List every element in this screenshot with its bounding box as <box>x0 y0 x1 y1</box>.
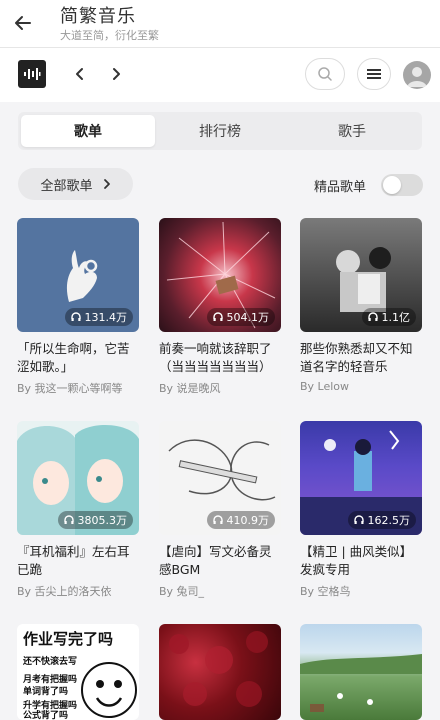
playlist-title[interactable]: 【虐向】写文必备灵感BGM <box>159 543 281 579</box>
playlist-title[interactable]: 『耳机福利』左右耳已跪 <box>17 543 139 579</box>
playlist-title[interactable]: 【精卫 | 曲风类似】发疯专用 <box>300 543 422 579</box>
waveform-icon <box>24 68 41 80</box>
playlist-card[interactable] <box>300 624 422 720</box>
app-title: 简繁音乐 <box>60 6 136 27</box>
playlist-cover[interactable]: 1.1亿 <box>300 218 422 332</box>
playlist-title[interactable]: 那些你熟悉却又不知道名字的轻音乐 <box>300 340 422 376</box>
play-count-badge: 504.1万 <box>206 308 275 326</box>
chevron-right-icon <box>103 179 110 189</box>
all-playlists-button[interactable]: 全部歌单 <box>18 168 133 200</box>
playlist-card[interactable]: 作业写完了吗 还不快滚去写 月考有把握吗 单词背了吗 升学有把握吗 公式背了吗 <box>17 624 139 720</box>
playlist-title[interactable]: 「所以生命啊，它苦涩如歌。」 <box>17 340 139 376</box>
search-button[interactable] <box>305 58 345 90</box>
headphones-icon <box>212 312 223 321</box>
playlist-author[interactable]: By 我这一颗心等啊等 <box>17 380 139 396</box>
play-count-badge: 3805.3万 <box>57 511 133 529</box>
tab-artists[interactable]: 歌手 <box>285 115 419 147</box>
play-count: 3805.3万 <box>77 514 128 527</box>
playlist-card[interactable]: 3805.3万 『耳机福利』左右耳已跪 By 舌尖上的洛天依 <box>17 421 139 599</box>
headphones-icon <box>212 515 223 524</box>
play-count-badge: 131.4万 <box>64 308 133 326</box>
toggle-knob <box>383 176 401 194</box>
logo-button[interactable] <box>18 60 46 88</box>
playlist-author[interactable]: By 说是晚风 <box>159 380 281 396</box>
app-subtitle: 大道至简，衍化至繁 <box>60 29 159 42</box>
playlist-author[interactable]: By 兔司_ <box>159 583 281 599</box>
playlist-author[interactable]: By Lelow <box>300 380 422 393</box>
tab-charts[interactable]: 排行榜 <box>153 115 287 147</box>
user-icon <box>407 67 427 87</box>
arrow-left-icon <box>15 16 31 30</box>
headphones-icon <box>367 312 378 321</box>
play-count: 162.5万 <box>367 514 411 527</box>
playlist-cover[interactable]: 131.4万 <box>17 218 139 332</box>
playlist-author[interactable]: By 舌尖上的洛天依 <box>17 583 139 599</box>
playlist-cover[interactable]: 504.1万 <box>159 218 281 332</box>
app-header: 简繁音乐 大道至简，衍化至繁 <box>0 0 440 48</box>
quality-playlists-label: 精品歌单 <box>314 180 367 195</box>
prev-button[interactable] <box>68 62 92 86</box>
playlist-card[interactable]: 1.1亿 那些你熟悉却又不知道名字的轻音乐 By Lelow <box>300 218 422 393</box>
play-count-badge: 410.9万 <box>206 511 275 529</box>
quality-toggle[interactable] <box>381 174 423 196</box>
chevron-left-icon <box>76 68 83 80</box>
playlist-cover[interactable]: 410.9万 <box>159 421 281 535</box>
playlist-cover[interactable] <box>300 624 422 720</box>
tab-playlists[interactable]: 歌单 <box>21 115 155 147</box>
play-count: 410.9万 <box>226 514 270 527</box>
tab-bar: 歌单 排行榜 歌手 <box>18 112 422 150</box>
meme-face-image <box>81 662 137 718</box>
play-count-badge: 1.1亿 <box>361 308 416 326</box>
playlist-cover[interactable]: 162.5万 <box>300 421 422 535</box>
all-playlists-label: 全部歌单 <box>40 178 93 194</box>
search-icon <box>318 67 332 81</box>
play-count: 1.1亿 <box>381 311 411 324</box>
playlist-card[interactable]: 504.1万 前奏一响就该辞职了（当当当当当当当） By 说是晚风 <box>159 218 281 396</box>
headphones-icon <box>353 515 364 524</box>
headphones-icon <box>63 515 74 524</box>
chevron-right-icon <box>113 68 120 80</box>
playlist-card[interactable]: 131.4万 「所以生命啊，它苦涩如歌。」 By 我这一颗心等啊等 <box>17 218 139 396</box>
playlist-card[interactable]: 410.9万 【虐向】写文必备灵感BGM By 兔司_ <box>159 421 281 599</box>
play-count: 131.4万 <box>84 311 128 324</box>
playlist-cover[interactable]: 3805.3万 <box>17 421 139 535</box>
next-button[interactable] <box>104 62 128 86</box>
playlist-cover[interactable]: 作业写完了吗 还不快滚去写 月考有把握吗 单词背了吗 升学有把握吗 公式背了吗 <box>17 624 139 720</box>
headphones-icon <box>70 312 81 321</box>
play-count: 504.1万 <box>226 311 270 324</box>
red-roses-image <box>169 631 268 707</box>
play-count-badge: 162.5万 <box>347 511 416 529</box>
meadow-image <box>300 654 422 712</box>
playlist-author[interactable]: By 空格鸟 <box>300 583 422 599</box>
playlist-card[interactable]: 162.5万 【精卫 | 曲风类似】发疯专用 By 空格鸟 <box>300 421 422 599</box>
menu-button[interactable] <box>357 58 391 90</box>
toolbar <box>0 48 440 102</box>
playlist-card[interactable] <box>159 624 281 720</box>
playlist-title[interactable]: 前奏一响就该辞职了（当当当当当当当） <box>159 340 281 376</box>
back-button[interactable] <box>8 8 38 38</box>
playlist-cover[interactable] <box>159 624 281 720</box>
cover-headline: 作业写完了吗 <box>23 630 114 648</box>
cover-line: 公式背了吗 <box>23 711 69 720</box>
user-avatar[interactable] <box>403 61 431 89</box>
menu-icon <box>367 69 381 79</box>
cover-line: 还不快滚去写 <box>23 657 78 667</box>
cover-line: 单词背了吗 <box>23 687 69 697</box>
